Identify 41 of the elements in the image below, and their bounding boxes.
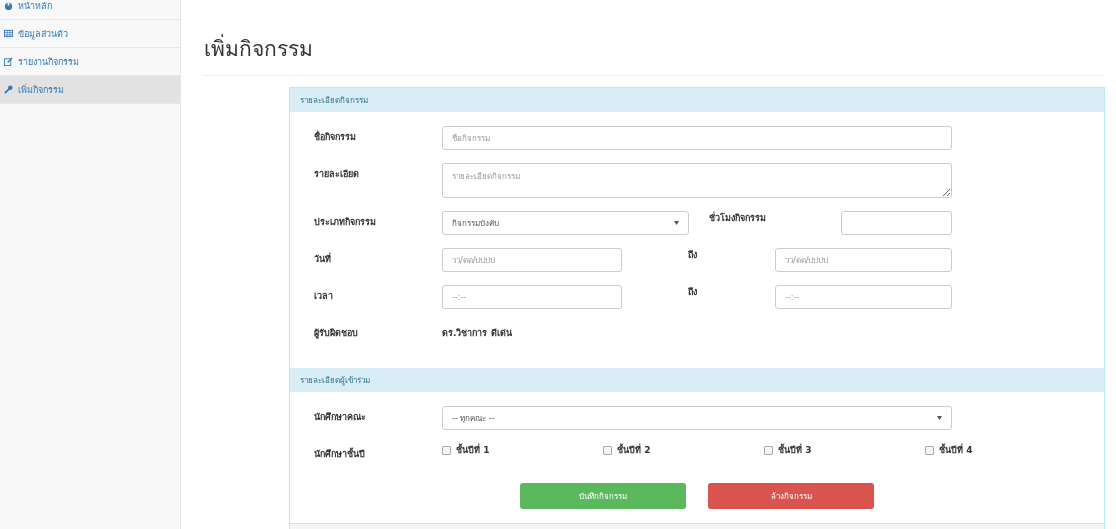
wrench-icon bbox=[4, 85, 13, 94]
field-label: วันที่ bbox=[314, 251, 332, 266]
checkbox[interactable] bbox=[764, 445, 773, 455]
input-field[interactable]: --:-- bbox=[442, 285, 622, 309]
field-label: เวลา bbox=[314, 290, 334, 303]
field-label: นักศึกษาชั้นปี bbox=[314, 446, 366, 461]
checkbox[interactable] bbox=[925, 445, 934, 455]
field-label: นักศึกษาคณะ bbox=[314, 411, 367, 424]
select-field[interactable]: กิจกรรมบังคับ bbox=[442, 211, 689, 235]
panel-heading: รายละเอียดกิจกรรม bbox=[290, 88, 1104, 112]
caret-icon bbox=[674, 219, 679, 227]
field-label: รายละเอียด bbox=[314, 168, 360, 181]
caret-icon bbox=[937, 414, 942, 422]
edit-icon bbox=[4, 57, 13, 66]
input-field[interactable]: --:-- bbox=[775, 285, 952, 309]
input-field[interactable]: วว/ดด/ปปปป bbox=[775, 248, 952, 272]
text-area[interactable]: รายละเอียดกิจกรรม bbox=[442, 163, 952, 198]
select-field[interactable]: -- ทุกคณะ -- bbox=[442, 406, 952, 430]
clear-button[interactable]: ล้างกิจกรรม bbox=[708, 483, 874, 509]
page-title: เพิ่มกิจกรรม bbox=[204, 32, 1105, 76]
checkbox-option[interactable]: ชั้นปีที่ 4 bbox=[925, 443, 1086, 457]
table-icon bbox=[4, 29, 13, 38]
field-label: ชื่อกิจกรรม bbox=[314, 129, 357, 144]
checkbox-option[interactable]: ชั้นปีที่ 3 bbox=[764, 443, 925, 457]
input-field[interactable]: ชื่อกิจกรรม bbox=[442, 126, 952, 150]
input-field[interactable] bbox=[841, 211, 952, 235]
field-label: ชั่วโมงกิจกรรม bbox=[708, 211, 767, 225]
checkbox-option[interactable]: ชั้นปีที่ 1 bbox=[442, 443, 603, 457]
field-label: ถึง bbox=[687, 286, 698, 299]
field-value: ดร.วิชาการ ดีเด่น bbox=[442, 327, 512, 340]
field-label: ประเภทกิจกรรม bbox=[314, 216, 377, 229]
input-field[interactable]: วว/ดด/ปปปป bbox=[442, 248, 622, 272]
checkbox[interactable] bbox=[603, 445, 612, 455]
field-label: ถึง bbox=[687, 249, 698, 262]
panel-heading: รายละเอียดผู้เข้าร่วม bbox=[290, 368, 1104, 392]
sidebar-item[interactable]: หน้าหลัก bbox=[0, 0, 180, 20]
sidebar-item[interactable]: เพิ่มกิจกรรม bbox=[0, 76, 180, 104]
sidebar-item[interactable]: ข้อมูลส่วนตัว bbox=[0, 20, 180, 48]
field-label: ผู้รับผิดชอบ bbox=[314, 327, 359, 340]
checkbox-option[interactable]: ชั้นปีที่ 2 bbox=[603, 443, 764, 457]
checkbox[interactable] bbox=[442, 445, 451, 455]
